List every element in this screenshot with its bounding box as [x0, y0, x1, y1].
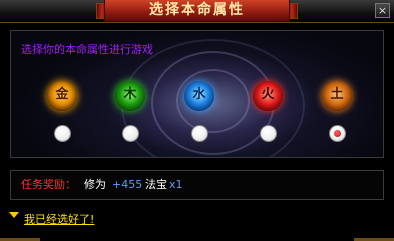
element-selection-panel: 选择你的本命属性进行游戏 金 木 水 火 土 — [10, 30, 384, 158]
earth-element-radio[interactable] — [329, 125, 346, 142]
wood-element-orb[interactable]: 木 — [115, 81, 145, 111]
fire-element-radio[interactable] — [260, 125, 277, 142]
arrow-down-icon — [9, 212, 19, 218]
fire-element-orb[interactable]: 火 — [253, 81, 283, 111]
reward-panel: 任务奖励： 修为 +455 法宝 x1 — [10, 170, 384, 200]
instruction-text: 选择你的本命属性进行游戏 — [21, 43, 153, 56]
gold-element-orb[interactable]: 金 — [47, 81, 77, 111]
close-button[interactable]: × — [375, 3, 390, 18]
window-title: 选择本命属性 — [104, 0, 290, 22]
reward-label: 任务奖励： — [21, 178, 76, 191]
treasure-value: x1 — [169, 178, 183, 191]
wood-element-radio[interactable] — [122, 125, 139, 142]
cultivation-value: +455 — [112, 178, 143, 191]
water-element-radio[interactable] — [191, 125, 208, 142]
earth-element-orb[interactable]: 土 — [322, 81, 352, 111]
gold-element-radio[interactable] — [54, 125, 71, 142]
confirm-selection-link[interactable]: 我已经选好了! — [24, 211, 94, 227]
treasure-label: 法宝 — [145, 178, 167, 191]
window-title-bar: 选择本命属性 × — [0, 0, 394, 23]
cultivation-label: 修为 — [84, 178, 106, 191]
water-element-orb[interactable]: 水 — [184, 81, 214, 111]
